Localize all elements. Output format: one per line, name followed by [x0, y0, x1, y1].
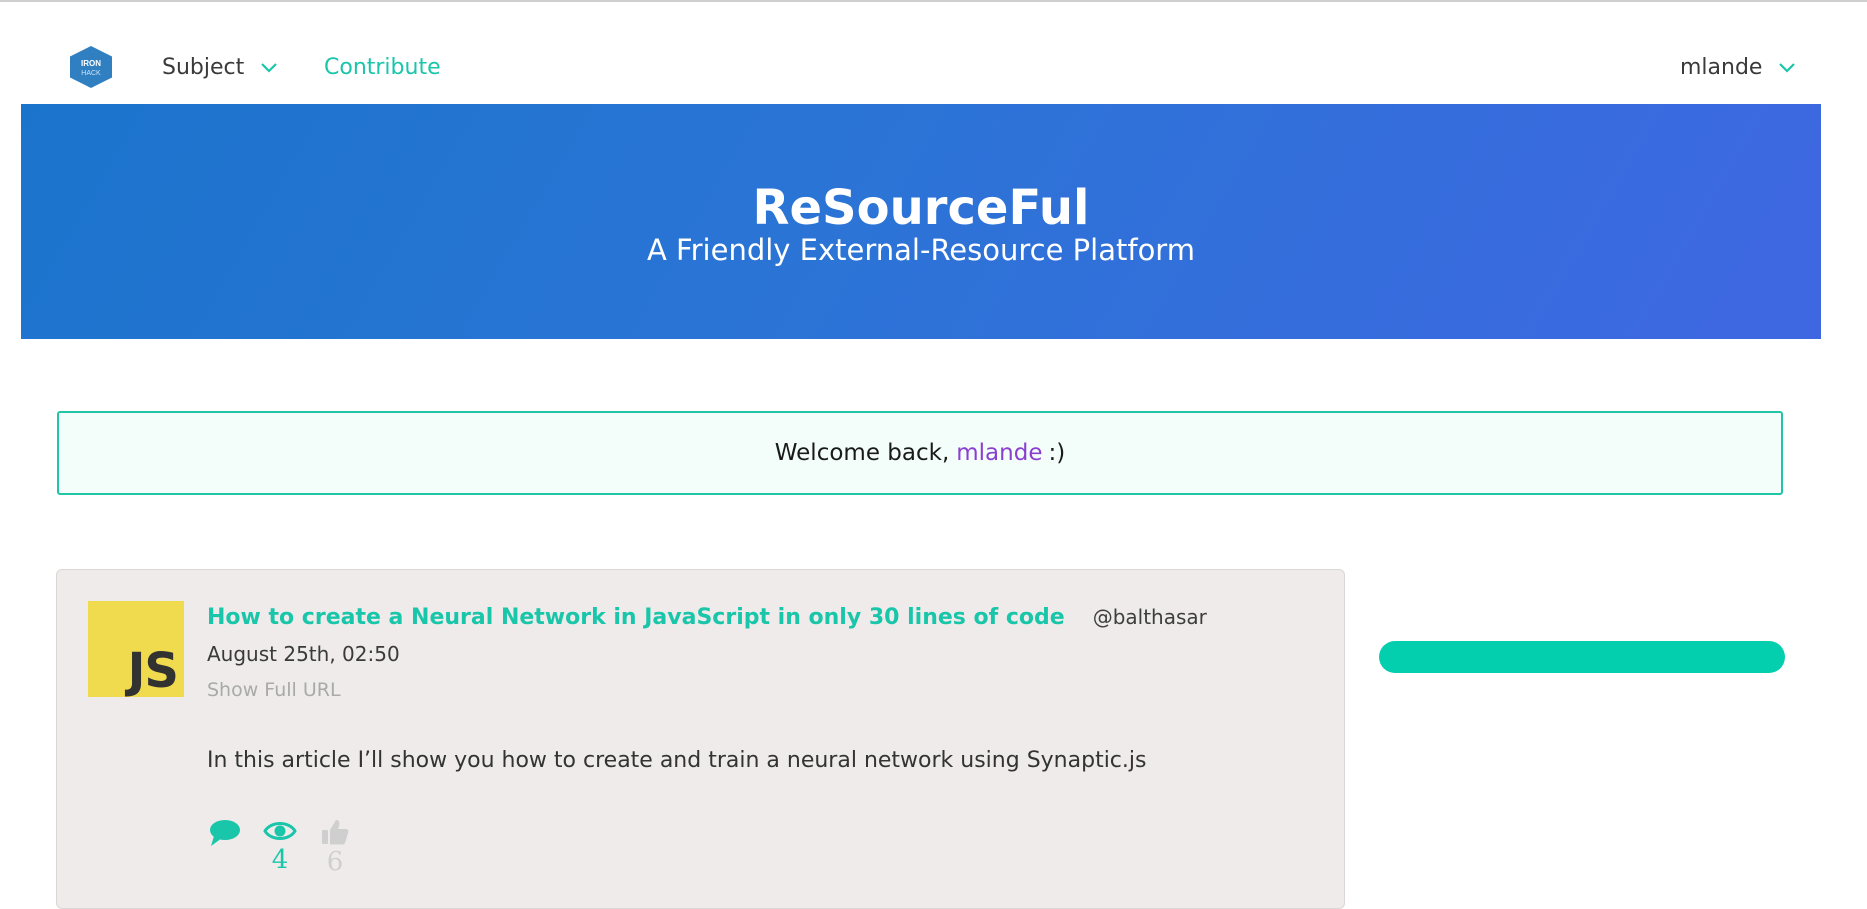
subject-label: Subject: [162, 55, 245, 80]
user-dropdown[interactable]: mlande: [1680, 54, 1796, 82]
welcome-username[interactable]: mlande: [956, 440, 1042, 466]
resource-title-link[interactable]: How to create a Neural Network in JavaSc…: [207, 605, 1065, 630]
resource-author[interactable]: @balthasar: [1093, 605, 1207, 629]
contribute-link[interactable]: Contribute: [324, 54, 441, 82]
thumbs-up-icon: [322, 820, 349, 845]
hero-title: ReSourceFul: [752, 180, 1090, 236]
hero-subtitle: A Friendly External-Resource Platform: [647, 233, 1195, 267]
welcome-suffix: :): [1048, 440, 1066, 466]
comments-button[interactable]: [205, 818, 245, 848]
chevron-down-icon: [261, 63, 278, 73]
comment-icon: [210, 820, 240, 846]
subject-dropdown[interactable]: Subject: [162, 54, 278, 82]
ironhack-logo[interactable]: IRON HACK: [68, 45, 114, 89]
user-label: mlande: [1680, 55, 1763, 80]
resource-header: How to create a Neural Network in JavaSc…: [207, 605, 1207, 630]
logo-text-top: IRON: [81, 59, 101, 68]
show-full-url-link[interactable]: Show Full URL: [207, 679, 341, 701]
likes-count: 6: [326, 847, 344, 877]
views-stat[interactable]: 4: [260, 818, 300, 874]
logo-text-bottom: HACK: [81, 70, 101, 77]
navbar: IRON HACK Subject Contribute mlande: [0, 2, 1867, 104]
resource-date: August 25th, 02:50: [207, 642, 400, 666]
javascript-thumbnail: JS: [88, 601, 184, 697]
views-count: 4: [271, 845, 289, 875]
welcome-banner: Welcome back, mlande :): [57, 411, 1783, 495]
resource-description: In this article I’ll show you how to cre…: [207, 748, 1147, 773]
contribute-label: Contribute: [324, 55, 441, 80]
hero-banner: ReSourceFul A Friendly External-Resource…: [21, 104, 1821, 339]
eye-icon: [263, 822, 297, 840]
thumbnail-text: JS: [127, 643, 179, 697]
resource-card: JS How to create a Neural Network in Jav…: [56, 569, 1345, 909]
sidebar-action-bar[interactable]: [1379, 641, 1785, 673]
chevron-down-icon: [1779, 63, 1796, 73]
welcome-prefix: Welcome back,: [774, 440, 950, 466]
like-button[interactable]: 6: [315, 818, 355, 876]
